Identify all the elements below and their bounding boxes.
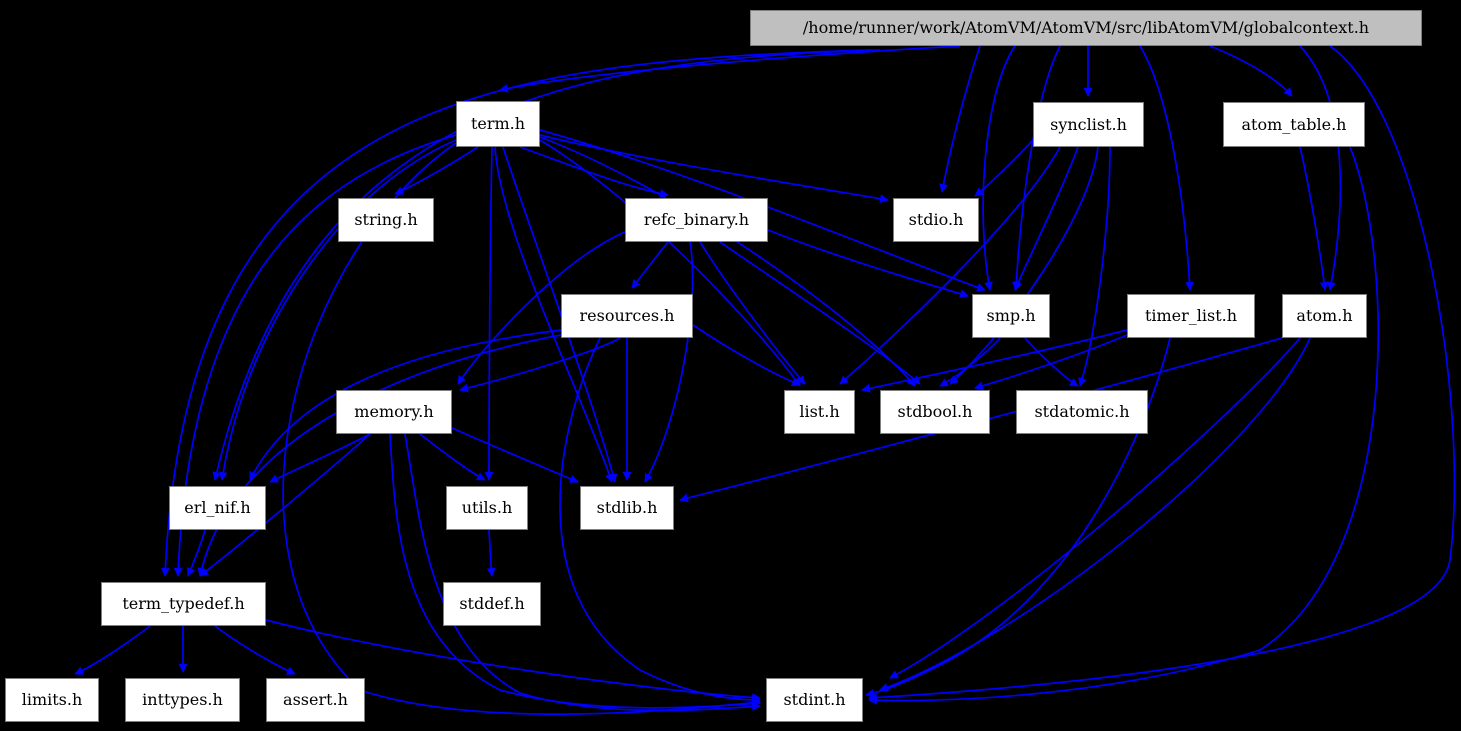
graph-edge: [419, 433, 486, 481]
graph-node-erl_nif[interactable]: erl_nif.h: [169, 486, 266, 530]
graph-node-stddef[interactable]: stddef.h: [443, 582, 541, 626]
graph-edge: [212, 49, 881, 481]
graph-edge: [1139, 45, 1194, 291]
graph-node-limits[interactable]: limits.h: [5, 678, 99, 722]
graph-edge: [939, 45, 981, 193]
graph-edge: [1209, 45, 1293, 97]
graph-node-stdlib[interactable]: stdlib.h: [580, 486, 674, 530]
graph-node-synclist[interactable]: synclist.h: [1033, 102, 1144, 147]
graph-edge: [692, 324, 801, 387]
graph-edge: [214, 625, 296, 675]
graph-node-stdio[interactable]: stdio.h: [893, 198, 979, 242]
graph-edge: [499, 45, 961, 93]
graph-node-stdint[interactable]: stdint.h: [766, 678, 863, 722]
graph-node-smp[interactable]: smp.h: [972, 294, 1050, 338]
graph-node-list[interactable]: list.h: [784, 390, 855, 434]
graph-edge: [394, 146, 479, 195]
graph-node-stdbool[interactable]: stdbool.h: [880, 390, 990, 434]
graph-edge: [389, 433, 761, 709]
graph-edge: [486, 529, 496, 577]
graph-node-string[interactable]: string.h: [338, 198, 434, 242]
graph-node-term_typedef[interactable]: term_typedef.h: [101, 582, 266, 626]
graph-node-assert[interactable]: assert.h: [266, 678, 365, 722]
graph-edge: [519, 146, 669, 198]
graph-node-resources[interactable]: resources.h: [561, 294, 693, 338]
graph-edge: [949, 146, 1099, 385]
graph-edge: [1024, 337, 1079, 387]
graph-edge: [631, 241, 669, 289]
graph-node-timer_list[interactable]: timer_list.h: [1127, 294, 1255, 338]
graph-edge: [982, 45, 1016, 291]
graph-node-memory[interactable]: memory.h: [336, 390, 452, 434]
graph-edge: [644, 241, 694, 483]
graph-edge: [451, 427, 579, 483]
graph-edge: [74, 625, 151, 675]
graph-node-utils[interactable]: utils.h: [446, 486, 528, 530]
graph-edge: [484, 146, 494, 481]
graph-node-term[interactable]: term.h: [456, 101, 540, 147]
graph-edge: [889, 337, 1301, 679]
graph-node-refc_binary[interactable]: refc_binary.h: [625, 198, 768, 242]
graph-node-globalcontext[interactable]: /home/runner/work/AtomVM/AtomVM/src/libA…: [750, 10, 1422, 46]
graph-node-inttypes[interactable]: inttypes.h: [125, 678, 240, 722]
graph-edge: [539, 139, 801, 387]
graph-edge: [404, 433, 761, 712]
graph-node-stdatomic[interactable]: stdatomic.h: [1016, 390, 1148, 434]
graph-edge: [1078, 146, 1111, 387]
include-dependency-graph: /home/runner/work/AtomVM/AtomVM/src/libA…: [0, 0, 1461, 731]
graph-node-atom_table[interactable]: atom_table.h: [1223, 102, 1365, 147]
graph-edge: [197, 334, 562, 577]
graph-edge: [1299, 146, 1329, 291]
graph-node-atom[interactable]: atom.h: [1282, 294, 1367, 338]
